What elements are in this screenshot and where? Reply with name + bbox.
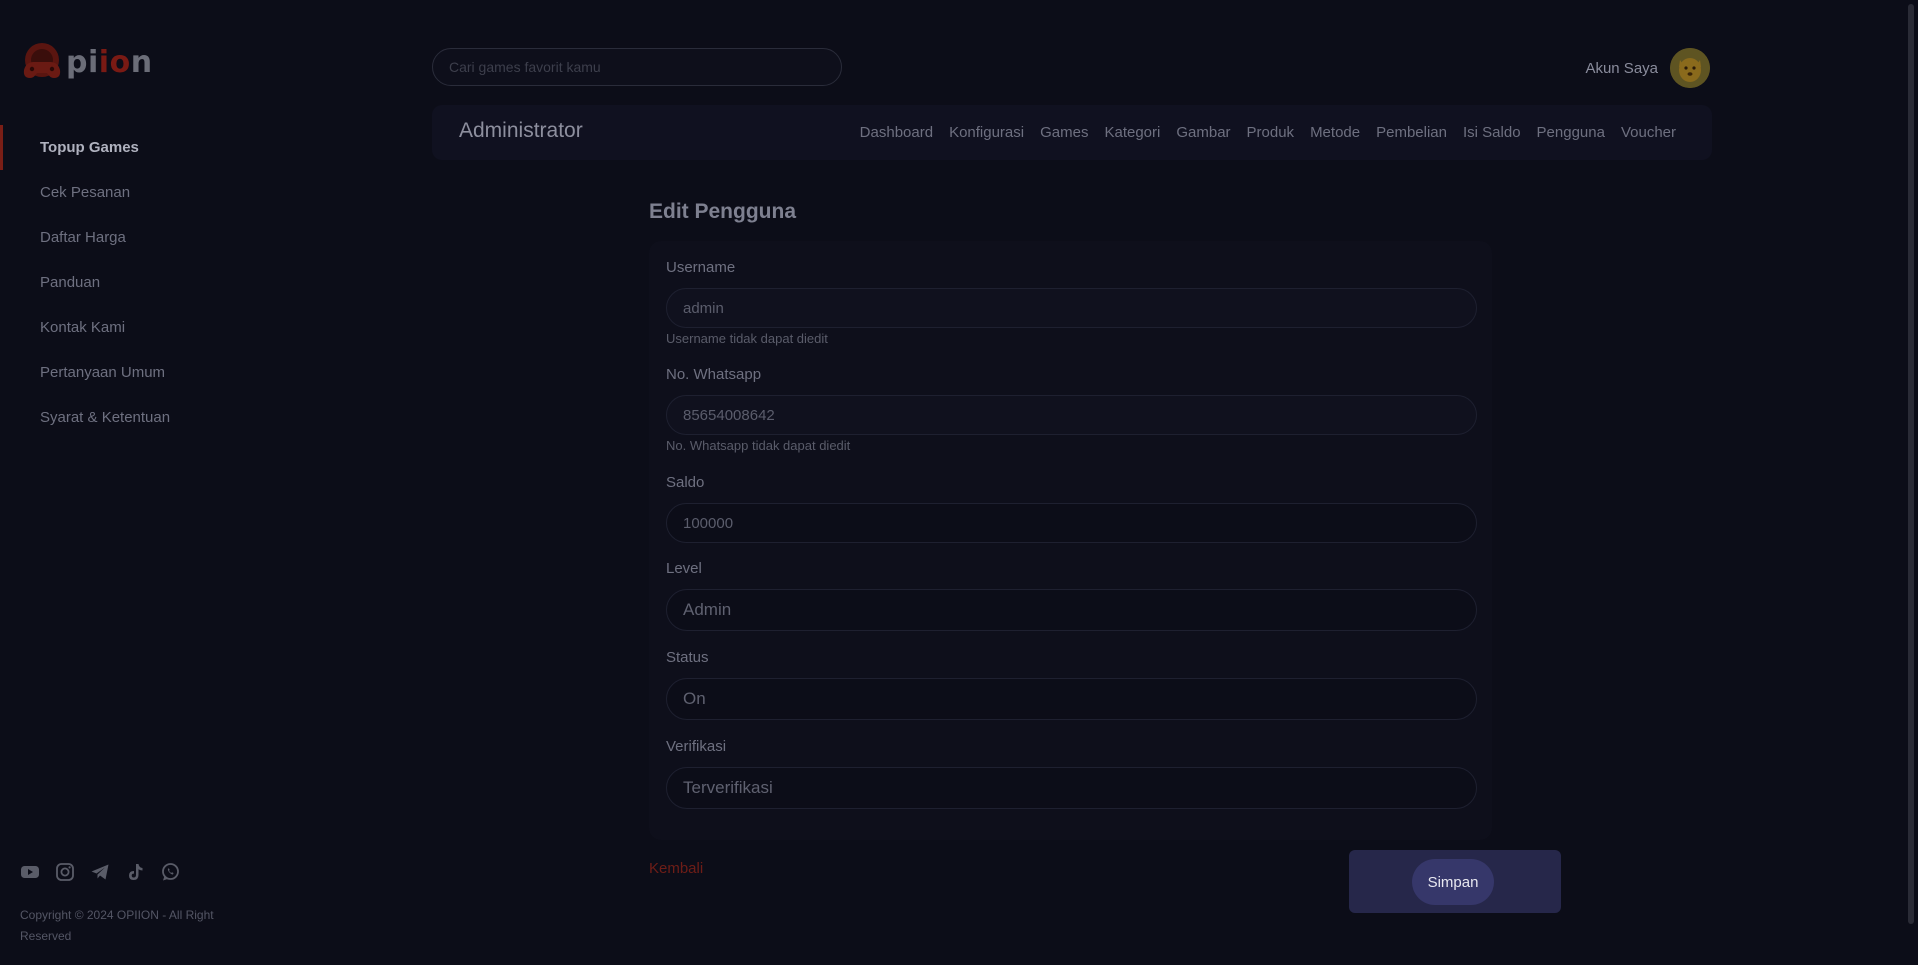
avatar <box>1670 48 1710 88</box>
username-hint: Username tidak dapat diedit <box>666 331 828 346</box>
save-button[interactable]: Simpan <box>1412 859 1494 905</box>
sidebar-item-topup-games[interactable]: Topup Games <box>0 125 290 170</box>
whatsapp-field[interactable] <box>666 395 1477 435</box>
logo-text: piion <box>66 44 153 80</box>
sidebar-item-cek-pesanan[interactable]: Cek Pesanan <box>0 170 290 215</box>
admin-navbar: Administrator Dashboard Konfigurasi Game… <box>432 105 1712 160</box>
page: piion Topup Games Cek Pesanan Daftar Har… <box>0 0 1918 965</box>
admin-nav-dashboard[interactable]: Dashboard <box>860 124 933 141</box>
sidebar-item-syarat-ketentuan[interactable]: Syarat & Ketentuan <box>0 395 290 440</box>
status-select[interactable]: On <box>666 678 1477 720</box>
logo[interactable]: piion <box>20 40 153 84</box>
scrollbar[interactable] <box>1904 0 1918 965</box>
level-label: Level <box>666 560 702 577</box>
scrollbar-thumb[interactable] <box>1908 4 1914 924</box>
username-field[interactable] <box>666 288 1477 328</box>
whatsapp-hint: No. Whatsapp tidak dapat diedit <box>666 438 851 453</box>
social-links <box>20 862 180 882</box>
sidebar-nav: Topup Games Cek Pesanan Daftar Harga Pan… <box>0 125 290 440</box>
copyright-text: Copyright © 2024 OPIION - All Right Rese… <box>20 908 214 943</box>
youtube-icon[interactable] <box>20 862 40 882</box>
admin-nav-gambar[interactable]: Gambar <box>1176 124 1230 141</box>
save-panel: Simpan <box>1349 850 1561 913</box>
instagram-icon[interactable] <box>55 862 75 882</box>
admin-nav-isi-saldo[interactable]: Isi Saldo <box>1463 124 1521 141</box>
admin-nav: Dashboard Konfigurasi Games Kategori Gam… <box>860 105 1676 160</box>
tiktok-icon[interactable] <box>125 862 145 882</box>
admin-nav-games[interactable]: Games <box>1040 124 1088 141</box>
sidebar-item-panduan[interactable]: Panduan <box>0 260 290 305</box>
admin-nav-konfigurasi[interactable]: Konfigurasi <box>949 124 1024 141</box>
admin-title: Administrator <box>459 119 583 142</box>
page-title: Edit Pengguna <box>649 200 796 223</box>
saldo-label: Saldo <box>666 474 705 491</box>
back-link[interactable]: Kembali <box>649 860 703 877</box>
saldo-field[interactable] <box>666 503 1477 543</box>
verifikasi-label: Verifikasi <box>666 738 727 755</box>
telegram-icon[interactable] <box>90 862 110 882</box>
account-menu[interactable]: Akun Saya <box>1585 48 1710 88</box>
whatsapp-icon[interactable] <box>160 862 180 882</box>
search-input[interactable] <box>432 48 842 86</box>
status-label: Status <box>666 649 709 666</box>
level-select[interactable]: Admin <box>666 589 1477 631</box>
whatsapp-label: No. Whatsapp <box>666 366 762 383</box>
admin-nav-metode[interactable]: Metode <box>1310 124 1360 141</box>
admin-nav-pengguna[interactable]: Pengguna <box>1537 124 1605 141</box>
gamepad-logo-icon <box>20 40 64 84</box>
sidebar-item-daftar-harga[interactable]: Daftar Harga <box>0 215 290 260</box>
sidebar: piion Topup Games Cek Pesanan Daftar Har… <box>0 0 290 965</box>
admin-nav-pembelian[interactable]: Pembelian <box>1376 124 1447 141</box>
sidebar-item-kontak-kami[interactable]: Kontak Kami <box>0 305 290 350</box>
admin-nav-voucher[interactable]: Voucher <box>1621 124 1676 141</box>
verifikasi-select[interactable]: Terverifikasi <box>666 767 1477 809</box>
admin-nav-kategori[interactable]: Kategori <box>1104 124 1160 141</box>
account-label: Akun Saya <box>1585 59 1658 77</box>
admin-nav-produk[interactable]: Produk <box>1247 124 1295 141</box>
edit-user-form: Username Username tidak dapat diedit No.… <box>649 241 1492 840</box>
sidebar-item-pertanyaan-umum[interactable]: Pertanyaan Umum <box>0 350 290 395</box>
username-label: Username <box>666 259 736 276</box>
